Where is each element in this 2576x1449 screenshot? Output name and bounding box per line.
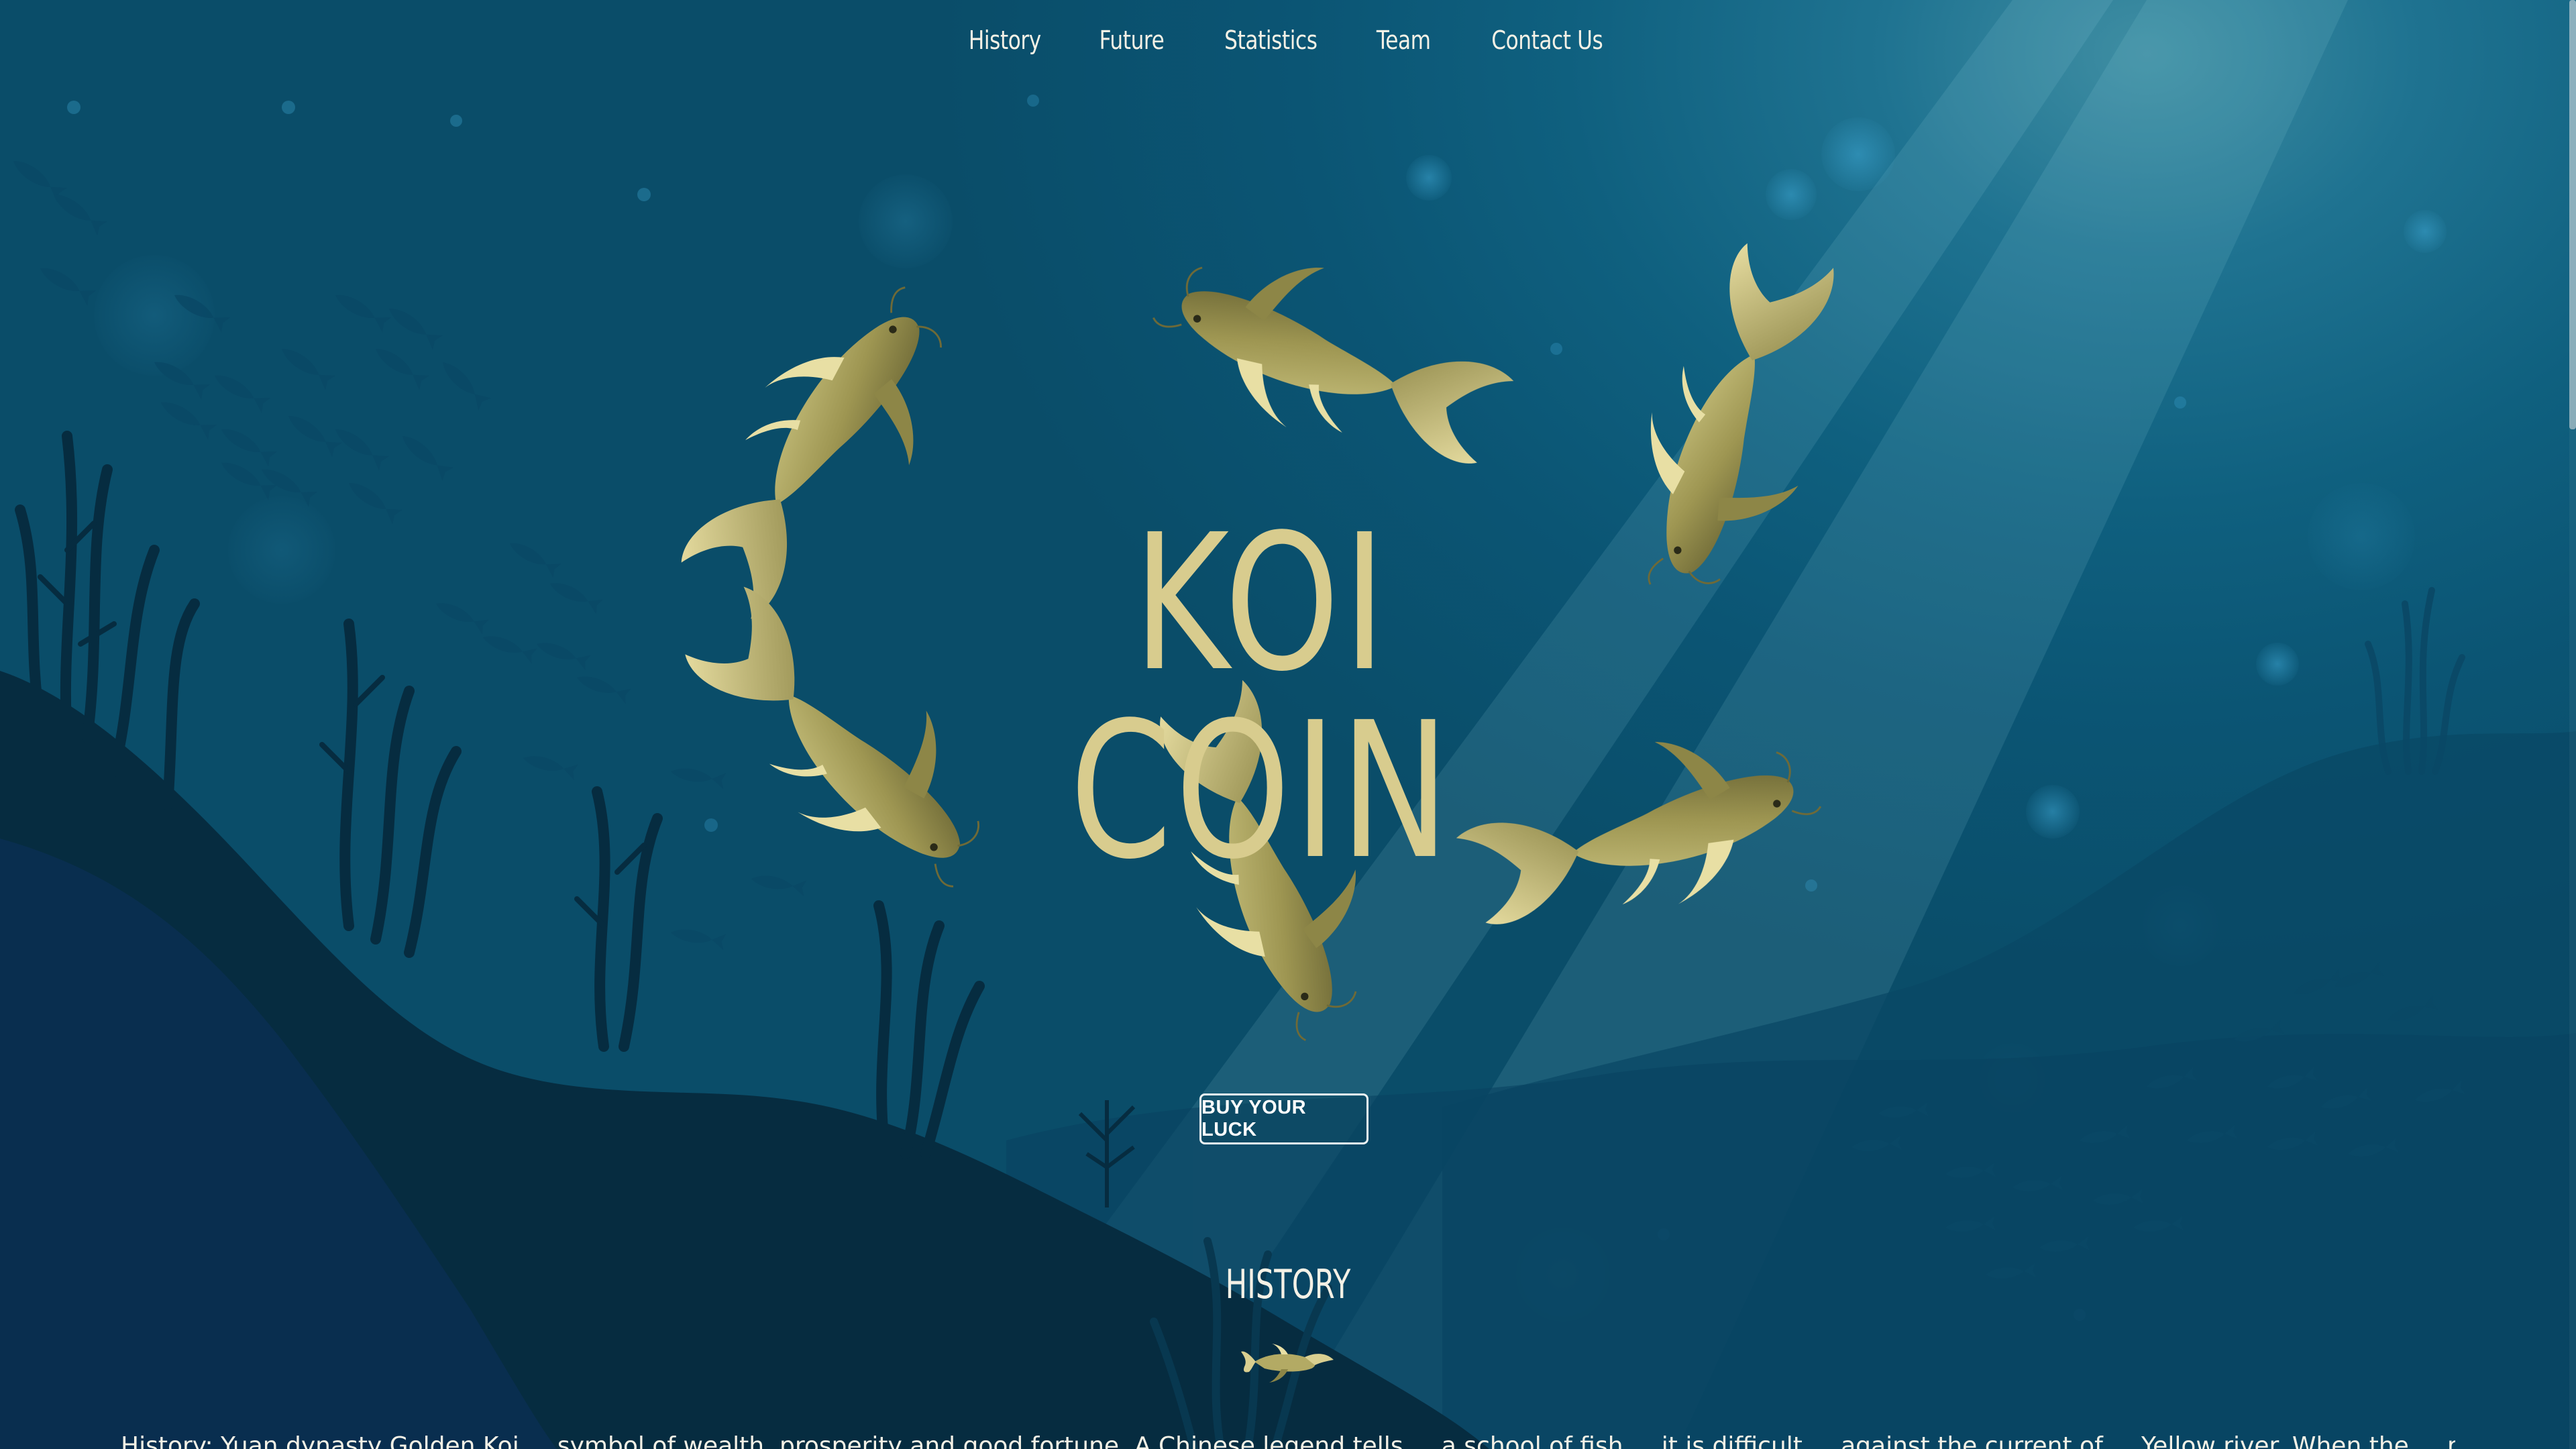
nav-link-contact-us[interactable]: Contact Us — [1474, 25, 1621, 55]
buy-your-luck-button[interactable]: BUY YOUR LUCK — [1199, 1093, 1368, 1144]
koi-fish — [650, 254, 993, 644]
scrollbar-thumb[interactable] — [2569, 0, 2576, 429]
koi-fish-icon — [1241, 1344, 1334, 1383]
page: History Future Statistics Team Contact U… — [0, 0, 2576, 1449]
top-nav: History Future Statistics Team Contact U… — [0, 25, 2576, 55]
nav-link-future[interactable]: Future — [1081, 25, 1181, 55]
hero-title: KOI COIN — [1069, 494, 1453, 901]
history-heading: HISTORY — [1225, 1261, 1351, 1308]
history-body-text: History: Yuan dynasty Golden Koi ... sym… — [121, 1432, 2455, 1449]
nav-link-history[interactable]: History — [951, 25, 1059, 55]
nav-link-statistics[interactable]: Statistics — [1207, 25, 1335, 55]
scrollbar[interactable] — [2569, 0, 2576, 1449]
nav-link-team[interactable]: Team — [1358, 25, 1448, 55]
koi-fish — [1132, 217, 1529, 496]
